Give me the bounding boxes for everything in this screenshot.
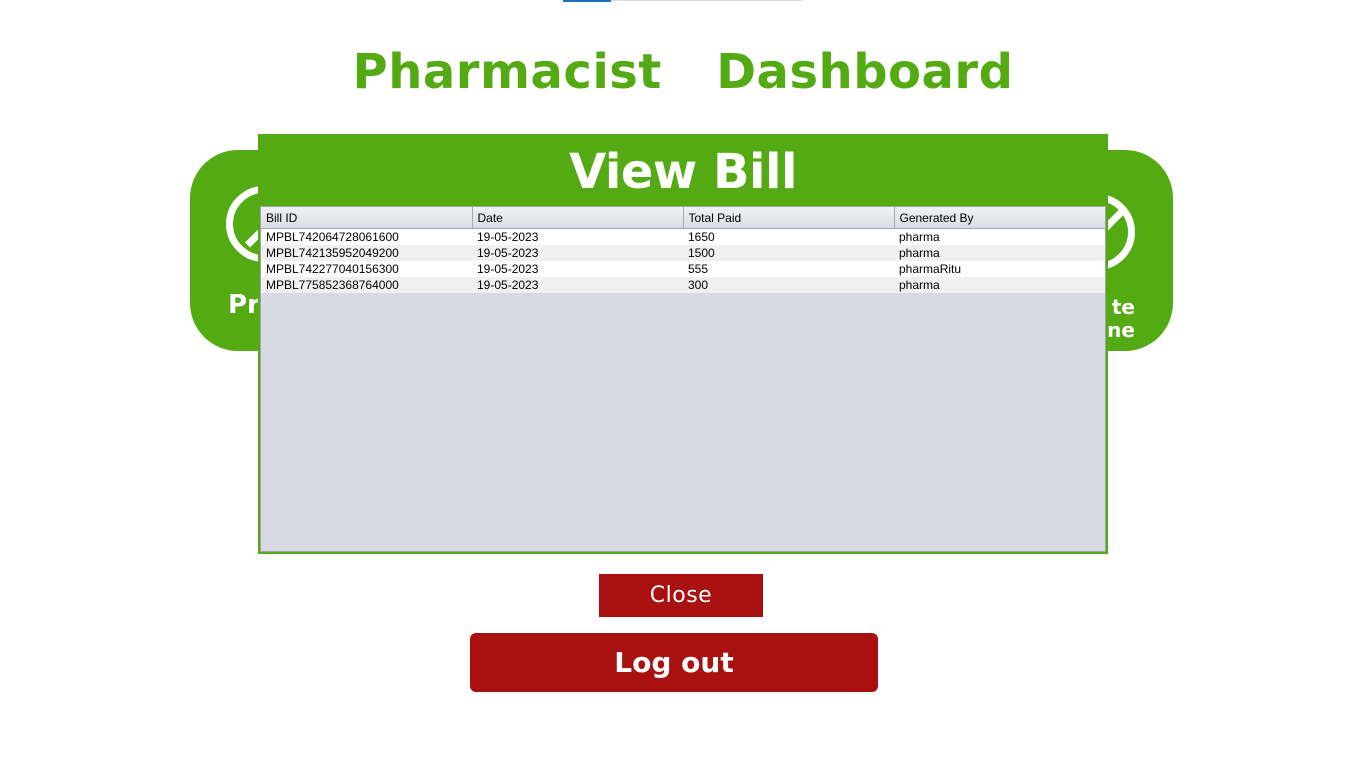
table-row[interactable]: MPBL742135952049200 19-05-2023 1500 phar… [261,245,1105,261]
view-bill-dialog: View Bill Bill ID Date Total Paid Genera… [258,134,1108,554]
column-header-generated-by[interactable]: Generated By [894,207,1105,229]
cell-total-paid: 1500 [683,245,894,261]
cell-total-paid: 555 [683,261,894,277]
cell-date: 19-05-2023 [472,277,683,293]
cell-date: 19-05-2023 [472,228,683,245]
table-row[interactable]: MPBL775852368764000 19-05-2023 300 pharm… [261,277,1105,293]
column-header-total-paid[interactable]: Total Paid [683,207,895,229]
logout-button[interactable]: Log out [470,633,878,692]
cell-generated-by: pharma [894,228,1105,245]
cell-date: 19-05-2023 [472,261,683,277]
cell-bill-id: MPBL742064728061600 [261,228,472,245]
cell-date: 19-05-2023 [472,245,683,261]
cell-total-paid: 300 [683,277,894,293]
column-header-bill-id[interactable]: Bill ID [261,207,473,229]
cell-total-paid: 1650 [683,228,894,245]
bill-table: Bill ID Date Total Paid Generated By MPB… [261,207,1105,293]
page-title: Pharmacist Dashboard [352,44,1014,100]
cell-generated-by: pharma [894,277,1105,293]
dialog-title: View Bill [569,144,797,200]
cell-generated-by: pharma [894,245,1105,261]
cell-bill-id: MPBL775852368764000 [261,277,472,293]
column-header-date[interactable]: Date [472,207,684,229]
cell-bill-id: MPBL742135952049200 [261,245,472,261]
top-tab-indicator [563,0,611,2]
cell-generated-by: pharmaRitu [894,261,1105,277]
bill-table-scrollpane[interactable]: Bill ID Date Total Paid Generated By MPB… [260,206,1106,552]
card-label-left: Pr [228,290,260,320]
dashboard-screen: Pharmacist Dashboard Pr te ine View Bill… [0,0,1366,768]
table-header-row: Bill ID Date Total Paid Generated By [261,207,1105,229]
table-row[interactable]: MPBL742277040156300 19-05-2023 555 pharm… [261,261,1105,277]
table-row[interactable]: MPBL742064728061600 19-05-2023 1650 phar… [261,228,1105,245]
cell-bill-id: MPBL742277040156300 [261,261,472,277]
close-button[interactable]: Close [599,574,763,617]
